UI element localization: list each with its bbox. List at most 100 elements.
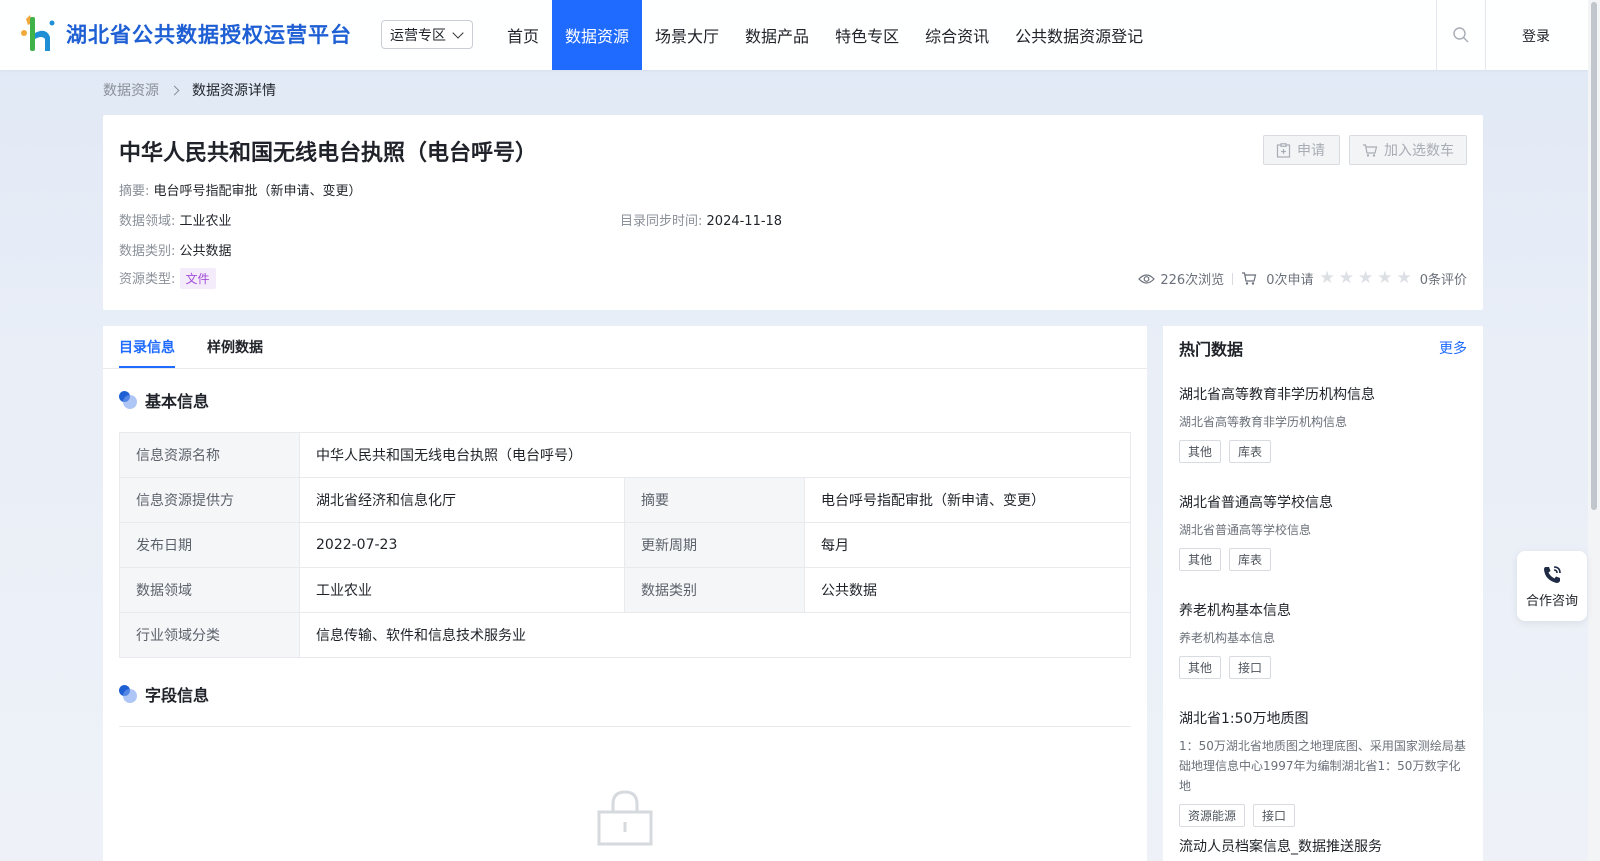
tab-catalog-info[interactable]: 目录信息 (119, 326, 175, 368)
domain-label: 数据领域: (119, 214, 176, 229)
tab-sample-data[interactable]: 样例数据 (207, 326, 263, 368)
hot-item[interactable]: 流动人员档案信息_数据推送服务 (1179, 836, 1469, 856)
info-key: 摘要 (624, 477, 805, 523)
detail-tabs: 目录信息 样例数据 (119, 326, 263, 368)
basic-info-title: 基本信息 (145, 392, 210, 411)
info-value: 2022-07-23 (299, 522, 625, 568)
info-key: 发布日期 (119, 522, 300, 568)
hot-item-name[interactable]: 流动人员档案信息_数据推送服务 (1179, 836, 1469, 856)
star-icon: ★ (1357, 268, 1374, 288)
logo-text: 湖北省公共数据授权运营平台 (66, 23, 352, 47)
search-button[interactable] (1436, 0, 1486, 70)
cooperation-consult-button[interactable]: 合作咨询 (1517, 551, 1587, 621)
category-label: 数据类别: (119, 244, 176, 259)
add-to-cart-label: 加入选数车 (1384, 143, 1454, 159)
zone-select[interactable]: 运营专区 (381, 20, 473, 49)
hot-item-tag: 接口 (1229, 656, 1272, 679)
info-key: 行业领域分类 (119, 612, 300, 658)
info-value: 湖北省经济和信息化厅 (299, 477, 625, 523)
hot-item[interactable]: 湖北省普通高等学校信息 湖北省普通高等学校信息 其他 库表 (1179, 492, 1469, 571)
section-dot-icon (119, 685, 137, 703)
search-icon (1453, 27, 1469, 43)
hot-item-name[interactable]: 养老机构基本信息 (1179, 600, 1469, 620)
type-tag: 文件 (179, 268, 216, 289)
table-row: 信息资源名称 中华人民共和国无线电台执照（电台呼号） (119, 432, 1131, 478)
cart-icon (1242, 272, 1257, 285)
stats-divider (1232, 272, 1234, 285)
hot-item[interactable]: 湖北省高等教育非学历机构信息 湖北省高等教育非学历机构信息 其他 库表 (1179, 384, 1469, 463)
table-row: 数据领域 工业农业 数据类别 公共数据 (119, 567, 1131, 613)
domain-meta: 数据领域: 工业农业 (119, 210, 232, 229)
hot-data-more-link[interactable]: 更多 (1439, 338, 1467, 358)
resource-detail-card: 中华人民共和国无线电台执照（电台呼号） 申请 加入选数车 摘要: 电台呼号指配审… (103, 115, 1483, 310)
domain-value: 工业农业 (179, 214, 232, 229)
basic-info-heading: 基本信息 (119, 388, 209, 412)
scrollbar-thumb[interactable] (1591, 2, 1597, 510)
hot-item-desc: 1：50万湖北省地质图之地理底图、采用国家测绘局基础地理信息中心1997年为编制… (1179, 739, 1466, 793)
info-key: 信息资源名称 (119, 432, 300, 478)
hot-item-name[interactable]: 湖北省普通高等学校信息 (1179, 492, 1469, 512)
hot-item-tag: 其他 (1179, 548, 1222, 571)
hot-item-tag: 接口 (1253, 804, 1296, 827)
apply-count: 0次申请 (1266, 273, 1314, 288)
hot-item-name[interactable]: 湖北省1:50万地质图 (1179, 708, 1469, 728)
hot-item-desc: 湖北省高等教育非学历机构信息 (1179, 415, 1348, 429)
breadcrumb-parent[interactable]: 数据资源 (103, 80, 159, 100)
nav-news[interactable]: 综合资讯 (912, 0, 1002, 70)
hot-item-tags: 其他 库表 (1179, 548, 1469, 571)
hot-data-panel: 热门数据 更多 湖北省高等教育非学历机构信息 湖北省高等教育非学历机构信息 其他… (1163, 326, 1483, 861)
hot-item-tags: 资源能源 接口 (1179, 804, 1469, 827)
apply-button-label: 申请 (1297, 143, 1325, 159)
summary-meta: 摘要: 电台呼号指配审批（新申请、变更） (119, 180, 362, 199)
table-row: 行业领域分类 信息传输、软件和信息技术服务业 (119, 612, 1131, 658)
view-count: 226次浏览 (1160, 273, 1225, 288)
page-scrollbar[interactable] (1588, 0, 1600, 861)
table-row: 信息资源提供方 湖北省经济和信息化厅 摘要 电台呼号指配审批（新申请、变更） (119, 477, 1131, 523)
review-count: 0条评价 (1419, 273, 1467, 288)
type-meta: 资源类型: 文件 (119, 268, 216, 289)
sync-time-label: 目录同步时间: (620, 214, 703, 229)
category-value: 公共数据 (179, 244, 232, 259)
apply-button[interactable]: 申请 (1263, 135, 1340, 165)
eye-icon (1138, 273, 1156, 284)
nav-public-data-registration[interactable]: 公共数据资源登记 (1002, 0, 1156, 70)
hot-item-desc: 养老机构基本信息 (1179, 631, 1276, 645)
chevron-down-icon (452, 27, 464, 39)
logo-icon (16, 11, 60, 57)
cart-icon (1363, 143, 1378, 157)
site-logo[interactable]: 湖北省公共数据授权运营平台 (16, 10, 352, 58)
sync-time-meta: 目录同步时间: 2024-11-18 (620, 210, 782, 229)
hot-item-tags: 其他 接口 (1179, 656, 1469, 679)
type-label: 资源类型: (119, 272, 176, 287)
hot-item[interactable]: 养老机构基本信息 养老机构基本信息 其他 接口 (1179, 600, 1469, 679)
nav-scene-hall[interactable]: 场景大厅 (642, 0, 732, 70)
hot-item-desc: 湖北省普通高等学校信息 (1179, 523, 1312, 537)
star-icon: ★ (1396, 268, 1412, 288)
nav-data-products[interactable]: 数据产品 (732, 0, 822, 70)
info-key: 更新周期 (624, 522, 805, 568)
page-title: 中华人民共和国无线电台执照（电台呼号） (119, 141, 538, 166)
nav-home[interactable]: 首页 (494, 0, 552, 70)
star-icon: ★ (1338, 268, 1354, 288)
zone-select-value: 运营专区 (390, 27, 446, 44)
consult-label: 合作咨询 (1525, 593, 1578, 609)
hot-item[interactable]: 湖北省1:50万地质图 1：50万湖北省地质图之地理底图、采用国家测绘局基础地理… (1179, 708, 1469, 827)
table-row: 发布日期 2022-07-23 更新周期 每月 (119, 522, 1131, 568)
summary-value: 电台呼号指配审批（新申请、变更） (153, 184, 362, 199)
sync-time-value: 2024-11-18 (706, 214, 783, 229)
breadcrumb-current: 数据资源详情 (192, 83, 276, 99)
login-link[interactable]: 登录 (1522, 26, 1550, 46)
basic-info-table: 信息资源名称 中华人民共和国无线电台执照（电台呼号） 信息资源提供方 湖北省经济… (119, 432, 1131, 658)
nav-featured-zone[interactable]: 特色专区 (822, 0, 912, 70)
info-key: 数据类别 (624, 567, 805, 613)
nav-data-resources[interactable]: 数据资源 (552, 0, 643, 70)
info-value: 每月 (804, 522, 1131, 568)
add-to-cart-button[interactable]: 加入选数车 (1349, 135, 1467, 165)
hot-item-tag: 其他 (1179, 656, 1222, 679)
hot-item-name[interactable]: 湖北省高等教育非学历机构信息 (1179, 384, 1469, 404)
lock-icon (597, 790, 653, 846)
info-value: 工业农业 (299, 567, 625, 613)
catalog-panel: 目录信息 样例数据 基本信息 信息资源名称 中华人民共和国无线电台执照（电台呼号… (103, 326, 1147, 861)
top-header: 湖北省公共数据授权运营平台 运营专区 首页 数据资源 场景大厅 数据产品 特色专… (0, 0, 1588, 70)
hot-item-tag: 库表 (1229, 548, 1272, 571)
